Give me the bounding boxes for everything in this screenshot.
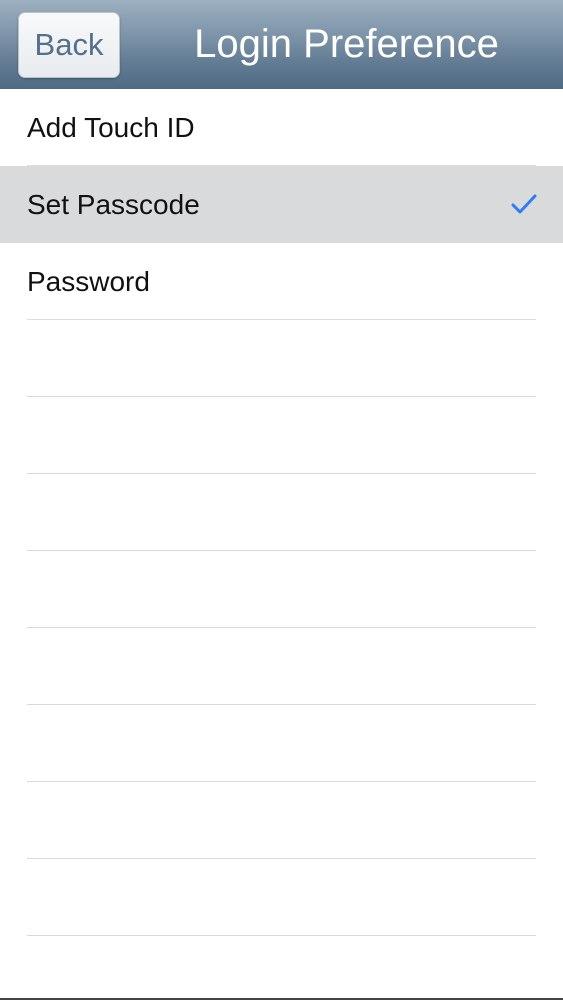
row-separator [27, 935, 536, 936]
login-preference-screen: Back Login Preference Add Touch ID Set P… [0, 0, 563, 1000]
empty-list-row [0, 859, 563, 936]
login-option-password[interactable]: Password [0, 243, 563, 320]
login-option-label: Password [27, 265, 150, 297]
empty-list-row [0, 551, 563, 628]
login-option-add-touch-id[interactable]: Add Touch ID [0, 89, 563, 166]
page-title: Login Preference [194, 22, 499, 66]
back-button[interactable]: Back [18, 12, 120, 78]
checkmark-icon [511, 194, 537, 214]
navigation-bar: Back Login Preference [0, 0, 563, 90]
empty-list-row [0, 628, 563, 705]
login-option-set-passcode[interactable]: Set Passcode [0, 166, 563, 243]
empty-list-row [0, 320, 563, 397]
empty-list-row [0, 474, 563, 551]
empty-list-row [0, 705, 563, 782]
login-option-label: Add Touch ID [27, 111, 195, 143]
login-options-list: Add Touch ID Set Passcode Password [0, 89, 563, 936]
login-option-label: Set Passcode [27, 188, 200, 220]
empty-list-row [0, 782, 563, 859]
empty-list-row [0, 397, 563, 474]
